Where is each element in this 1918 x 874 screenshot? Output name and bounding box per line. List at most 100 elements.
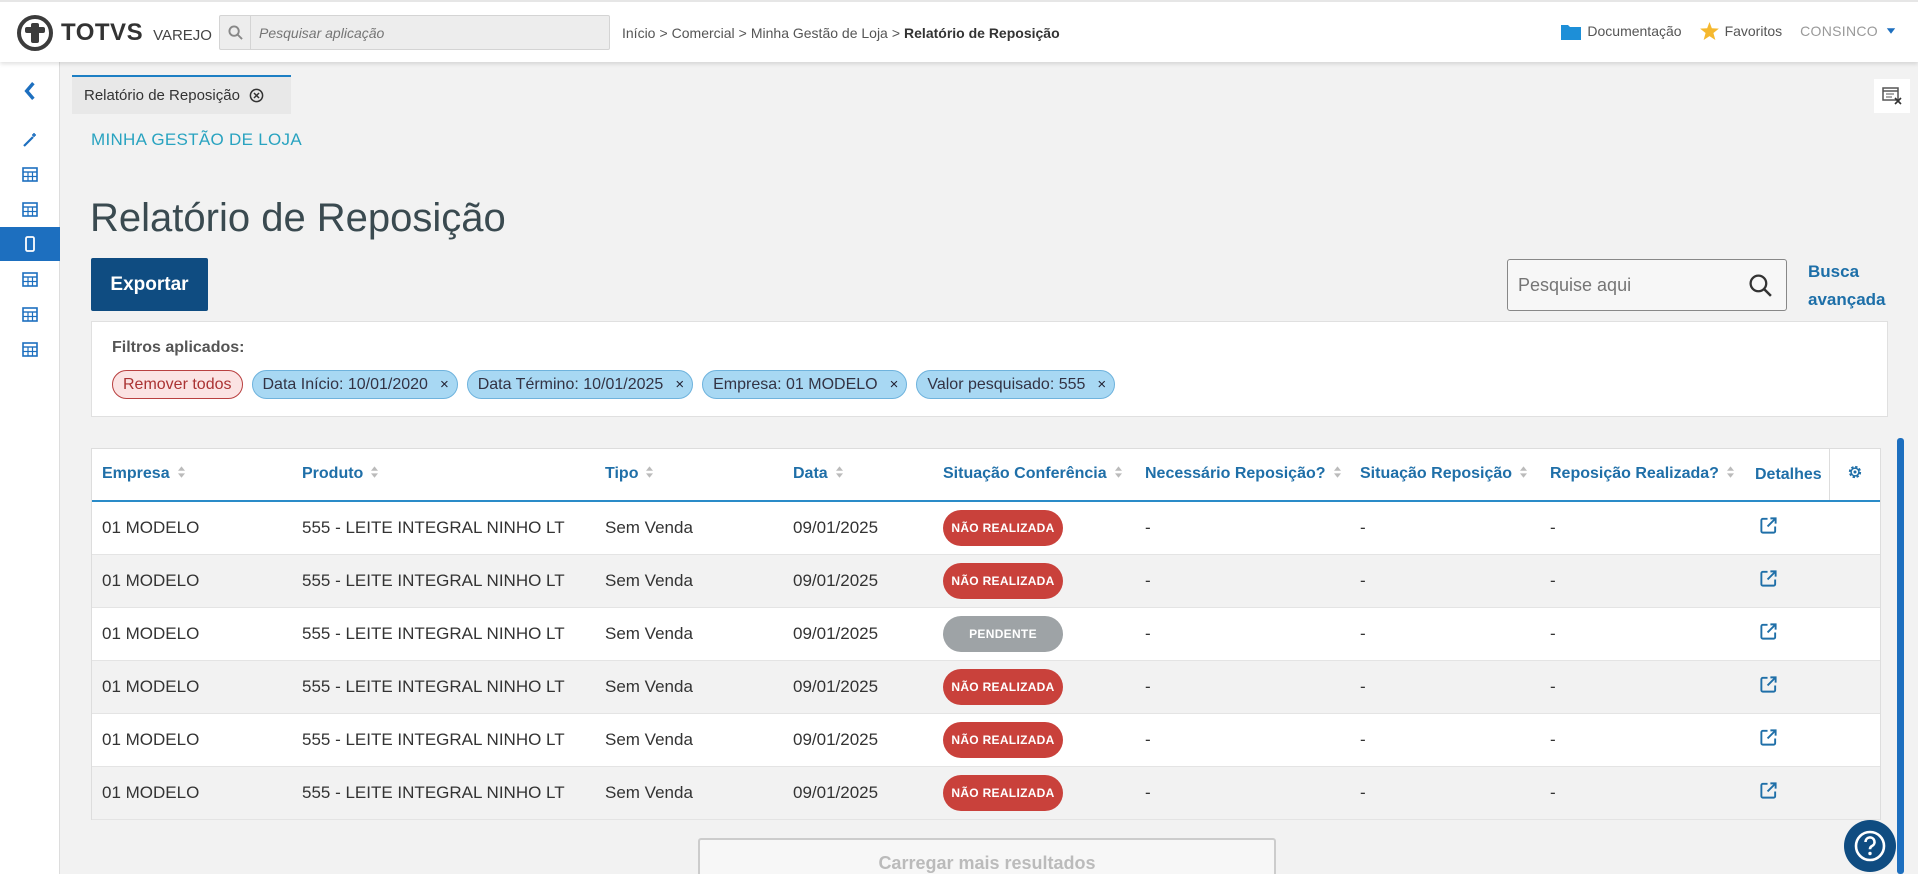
- sidebar-item-tools[interactable]: [0, 123, 60, 157]
- breadcrumb-comercial[interactable]: Comercial: [672, 25, 735, 41]
- sidebar-collapse-button[interactable]: [0, 74, 60, 108]
- cell-produto: 555 - LEITE INTEGRAL NINHO LT: [302, 729, 565, 749]
- external-link-icon[interactable]: [1759, 728, 1778, 751]
- close-circle-icon[interactable]: [249, 88, 264, 103]
- cell-situacao-conferencia: NÃO REALIZADA: [933, 554, 1135, 607]
- brand-product: VAREJO: [153, 26, 212, 44]
- cell-empty: [1829, 660, 1880, 713]
- external-link-icon[interactable]: [1759, 517, 1778, 539]
- sidebar-item-report-4[interactable]: [0, 297, 60, 331]
- help-button[interactable]: [1844, 820, 1896, 872]
- filter-chip-label: Data Término: 10/01/2025: [477, 375, 664, 393]
- column-header-necessario-reposicao[interactable]: Necessário Reposição?: [1135, 449, 1350, 501]
- column-header-produto[interactable]: Produto: [292, 449, 595, 501]
- cell-situacao-reposicao: -: [1360, 782, 1366, 802]
- cell-data: 09/01/2025: [793, 623, 879, 643]
- user-name: CONSINCO: [1800, 23, 1878, 39]
- table-icon: [22, 341, 38, 357]
- cell-detalhes: [1745, 501, 1829, 554]
- external-link-icon[interactable]: [1759, 622, 1778, 645]
- column-header-label: Produto: [302, 465, 364, 483]
- breadcrumb-inicio[interactable]: Início: [622, 25, 655, 41]
- sidebar-item-report-1[interactable]: [0, 157, 60, 191]
- column-header-label: Situação Reposição: [1360, 465, 1513, 483]
- app-search-box: [219, 15, 610, 50]
- documentation-link[interactable]: Documentação: [1561, 23, 1682, 40]
- cell-necessario-reposicao: -: [1145, 623, 1151, 643]
- column-header-empresa[interactable]: Empresa: [92, 449, 292, 501]
- advanced-search-link[interactable]: Busca avançada: [1808, 258, 1888, 314]
- cell-necessario-reposicao: -: [1145, 570, 1151, 590]
- export-button[interactable]: Exportar: [91, 258, 208, 311]
- column-header-label: Situação Conferência: [943, 465, 1107, 483]
- breadcrumb-minha-gestao[interactable]: Minha Gestão de Loja: [751, 25, 888, 41]
- close-icon[interactable]: ×: [890, 376, 899, 393]
- external-link-icon[interactable]: [1759, 781, 1778, 804]
- cell-detalhes: [1745, 766, 1829, 819]
- search-icon[interactable]: [220, 16, 251, 49]
- close-icon[interactable]: ×: [1097, 376, 1106, 393]
- cell-situacao-conferencia: NÃO REALIZADA: [933, 660, 1135, 713]
- filter-chip-label: Valor pesquisado: 555: [927, 375, 1086, 393]
- table-icon: [22, 271, 38, 287]
- favorites-link[interactable]: Favoritos: [1699, 22, 1782, 40]
- cell-situacao-reposicao: -: [1360, 517, 1366, 537]
- close-icon[interactable]: ×: [675, 376, 684, 393]
- table-row: 01 MODELO 555 - LEITE INTEGRAL NINHO LT Se…: [92, 554, 1880, 607]
- totvs-logo[interactable]: TOTVS VAREJO: [17, 14, 212, 52]
- sort-icon[interactable]: [1520, 465, 1528, 483]
- app-search-input[interactable]: [251, 16, 591, 49]
- column-header-label: Empresa: [102, 465, 170, 483]
- page-scrollbar[interactable]: [1897, 438, 1904, 874]
- sidebar-item-report-3[interactable]: [0, 262, 60, 296]
- brand-name: TOTVS: [61, 19, 144, 46]
- sort-icon[interactable]: [835, 465, 843, 483]
- filter-chip-empresa: Empresa: 01 MODELO ×: [702, 370, 908, 399]
- sort-icon[interactable]: [1726, 465, 1734, 483]
- sidebar-item-report-2[interactable]: [0, 192, 60, 226]
- cell-data: 09/01/2025: [793, 782, 879, 802]
- user-menu[interactable]: CONSINCO: [1800, 23, 1898, 39]
- search-icon[interactable]: [1748, 273, 1773, 303]
- sidebar-item-report-5[interactable]: [0, 332, 60, 366]
- cell-necessario-reposicao: -: [1145, 782, 1151, 802]
- tab-relatorio-reposicao[interactable]: Relatório de Reposição: [72, 75, 291, 114]
- search-input[interactable]: [1508, 274, 1738, 296]
- table-settings-button[interactable]: [1828, 449, 1880, 501]
- content-panel: MINHA GESTÃO DE LOJA Relatório de Reposi…: [72, 114, 1888, 874]
- cell-empty: [1829, 607, 1880, 660]
- column-header-situacao-conferencia[interactable]: Situação Conferência: [933, 449, 1135, 501]
- filter-chip-data-inicio: Data Início: 10/01/2020 ×: [251, 370, 458, 399]
- close-icon[interactable]: ×: [440, 376, 449, 393]
- external-link-icon[interactable]: [1759, 569, 1778, 592]
- sort-icon[interactable]: [646, 465, 654, 483]
- table-row: 01 MODELO 555 - LEITE INTEGRAL NINHO LT Se…: [92, 501, 1880, 554]
- cell-empresa: 01 MODELO: [102, 782, 200, 802]
- external-link-icon[interactable]: [1759, 675, 1778, 698]
- sort-icon[interactable]: [1333, 465, 1341, 483]
- column-header-data[interactable]: Data: [783, 449, 933, 501]
- cell-data: 09/01/2025: [793, 517, 879, 537]
- cell-detalhes: [1745, 607, 1829, 660]
- sort-icon[interactable]: [371, 465, 379, 483]
- cell-tipo: Sem Venda: [605, 517, 693, 537]
- table-row: 01 MODELO 555 - LEITE INTEGRAL NINHO LT Se…: [92, 607, 1880, 660]
- column-header-tipo[interactable]: Tipo: [595, 449, 783, 501]
- window-close-icon: [1882, 87, 1902, 105]
- sort-icon[interactable]: [177, 465, 185, 483]
- cell-tipo: Sem Venda: [605, 676, 693, 696]
- breadcrumb: Início > Comercial > Minha Gestão de Loja > Re…: [622, 25, 1060, 41]
- filters-title: Filtros aplicados:: [112, 339, 245, 356]
- filter-chips: Remover todos Data Início: 10/01/2020 × …: [112, 370, 1124, 399]
- help-icon: [1854, 830, 1886, 862]
- remove-all-filters-button[interactable]: Remover todos: [112, 370, 243, 399]
- magic-wand-icon: [23, 133, 36, 147]
- column-header-label: Reposição Realizada?: [1550, 465, 1719, 483]
- close-all-tabs-button[interactable]: [1874, 79, 1910, 113]
- column-header-situacao-reposicao[interactable]: Situação Reposição: [1350, 449, 1540, 501]
- cell-empty: [1829, 766, 1880, 819]
- sort-icon[interactable]: [1114, 465, 1122, 483]
- column-header-reposicao-realizada[interactable]: Reposição Realizada?: [1540, 449, 1745, 501]
- load-more-button[interactable]: Carregar mais resultados: [698, 838, 1276, 874]
- sidebar-item-mobile[interactable]: [0, 227, 60, 261]
